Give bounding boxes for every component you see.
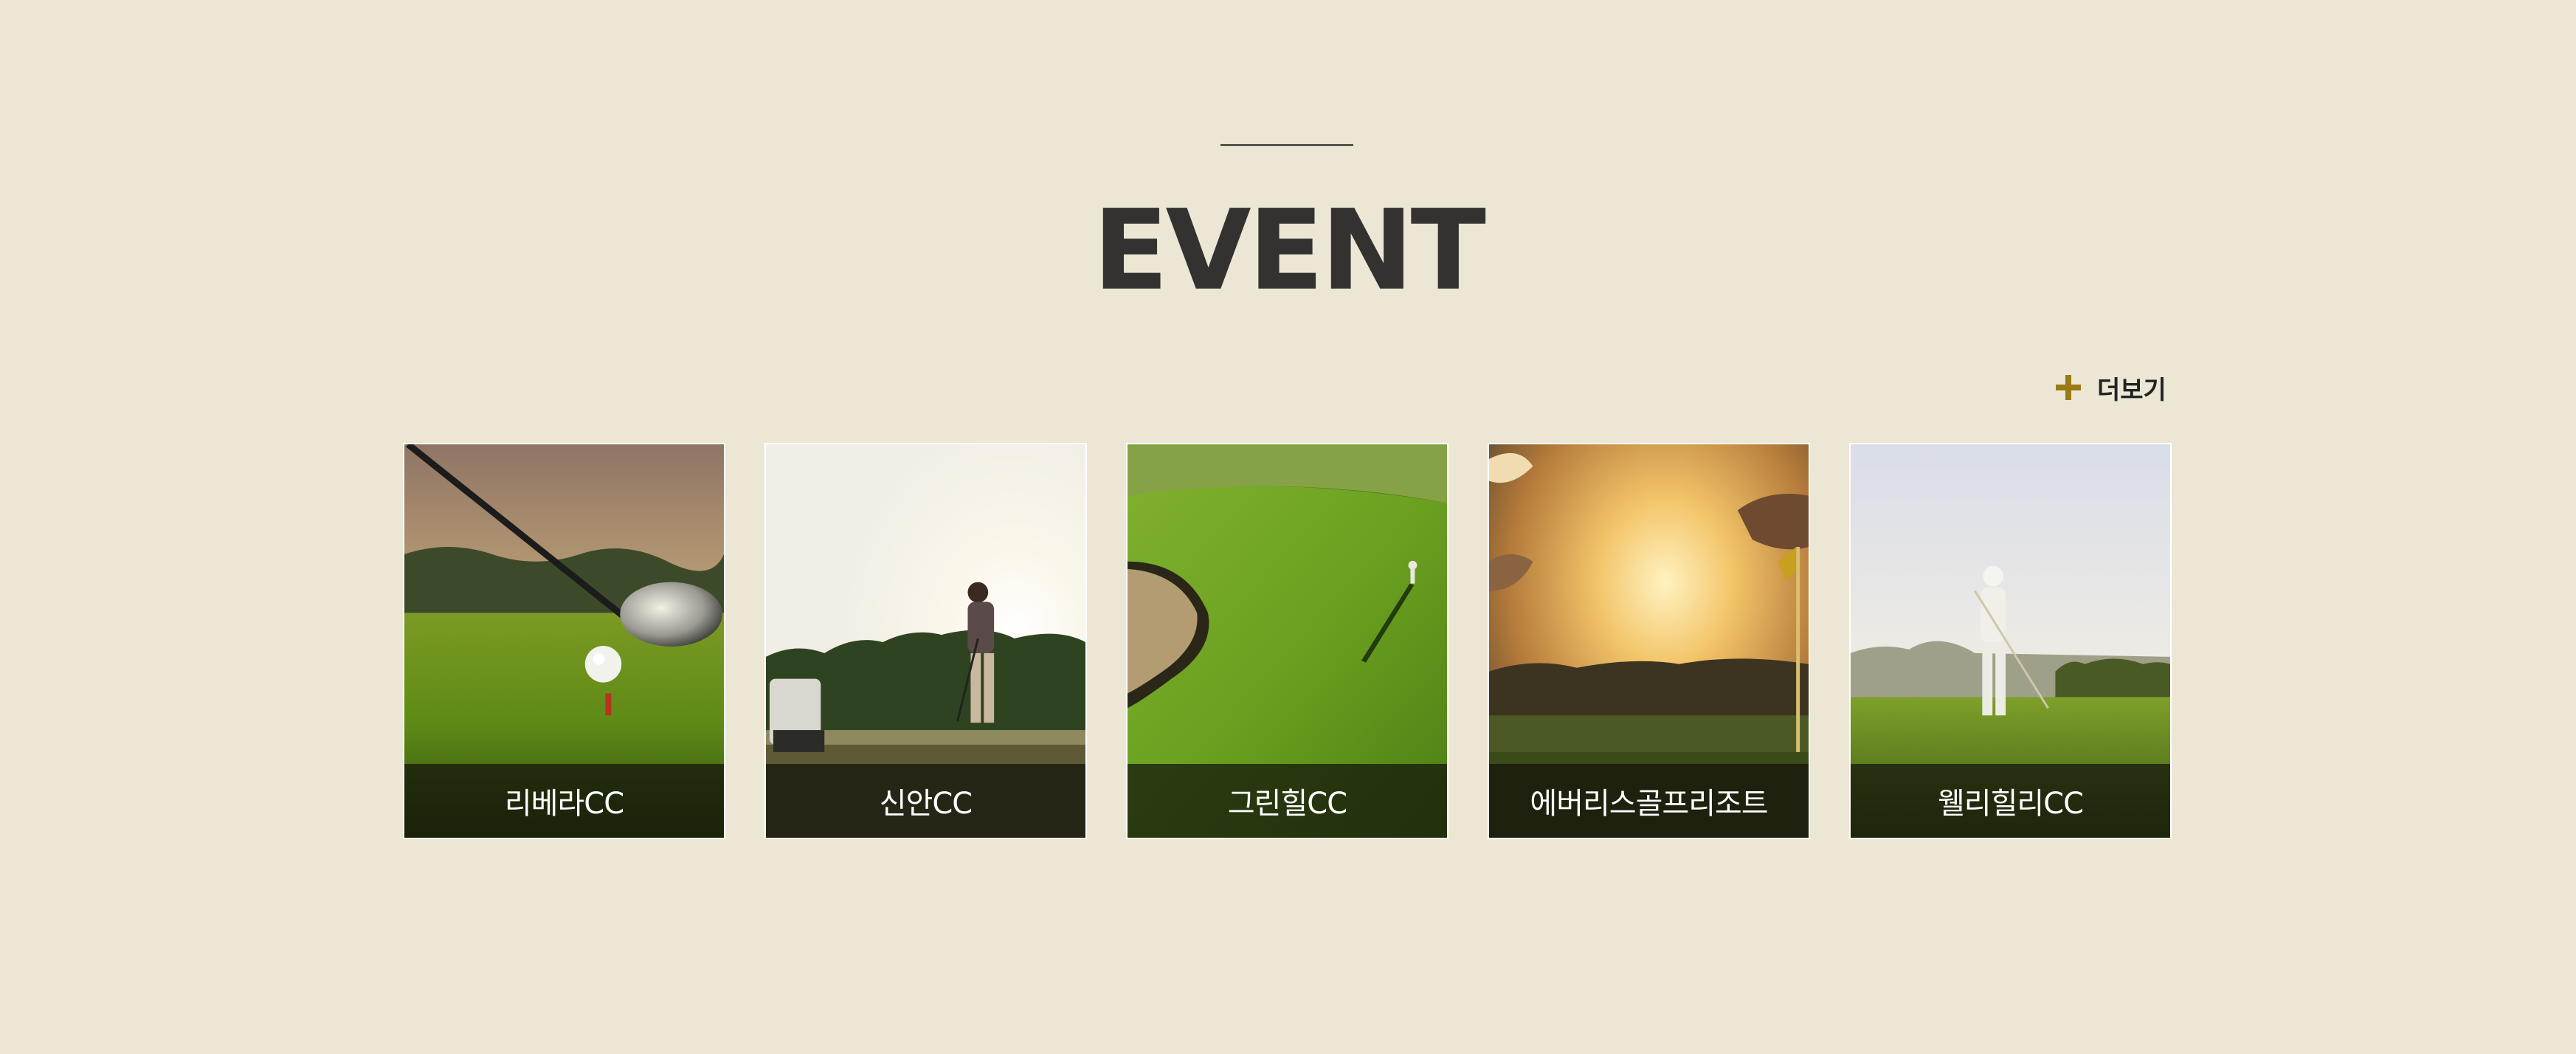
more-link[interactable]: 더보기 xyxy=(2056,369,2166,406)
card-label: 신안CC xyxy=(766,764,1085,838)
section-title: EVENT xyxy=(1093,187,1486,315)
event-card-rivera[interactable]: 리베라CC xyxy=(403,443,725,839)
card-label: 에버리스골프리조트 xyxy=(1489,764,1809,838)
event-card-shinan[interactable]: 신안CC xyxy=(764,443,1087,839)
event-card-wellihilli[interactable]: 웰리힐리CC xyxy=(1849,443,2172,839)
card-label: 그린힐CC xyxy=(1128,764,1447,838)
event-card-everis[interactable]: 에버리스골프리조트 xyxy=(1488,443,1810,839)
event-card-greenhill[interactable]: 그린힐CC xyxy=(1126,443,1448,839)
title-divider xyxy=(1220,144,1353,146)
plus-icon xyxy=(2056,375,2081,400)
card-label: 리베라CC xyxy=(404,764,724,838)
card-label: 웰리힐리CC xyxy=(1851,764,2170,838)
more-link-label: 더보기 xyxy=(2097,375,2166,405)
